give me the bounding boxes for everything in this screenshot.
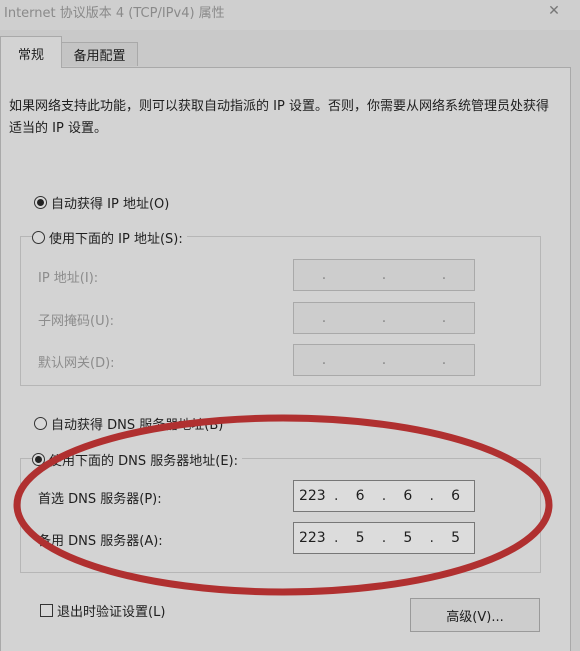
alternate-dns-dot: . (381, 530, 387, 546)
auto-ip-radio[interactable]: 自动获得 IP 地址(O) (34, 193, 169, 212)
tab-general[interactable]: 常规 (0, 36, 62, 68)
manual-dns-radio-indicator (32, 453, 45, 466)
alternate-dns-octet: 5 (403, 530, 413, 546)
close-button[interactable]: ✕ (540, 0, 568, 22)
manual-ip-label: 使用下面的 IP 地址(S): (49, 232, 183, 247)
validate-on-exit-box (40, 604, 53, 617)
subnet-mask-dot: . (321, 310, 327, 326)
default-gateway-dot: . (441, 352, 447, 368)
auto-ip-radio-indicator (34, 196, 47, 209)
intro-text: 如果网络支持此功能，则可以获取自动指派的 IP 设置。否则，你需要从网络系统管理… (9, 99, 549, 136)
validate-on-exit-checkbox[interactable]: 退出时验证设置(L) (40, 601, 165, 620)
ip-address-input[interactable]: ... (293, 259, 475, 291)
alternate-dns-octet: 5 (451, 530, 461, 546)
preferred-dns-dot: . (333, 488, 339, 504)
subnet-mask-dot: . (381, 310, 387, 326)
tab-alternate-config-label: 备用配置 (73, 49, 126, 64)
preferred-dns-dot: . (381, 488, 387, 504)
alternate-dns-octet: 5 (355, 530, 365, 546)
manual-dns-label: 使用下面的 DNS 服务器地址(E): (49, 454, 238, 469)
alternate-dns-label: 备用 DNS 服务器(A): (38, 534, 163, 549)
default-gateway-label: 默认网关(D): (38, 356, 115, 371)
alternate-dns-dot: . (333, 530, 339, 546)
ip-address-dot: . (321, 267, 327, 283)
auto-dns-radio-indicator (34, 417, 47, 430)
ip-address-label: IP 地址(I): (38, 271, 99, 286)
alternate-dns-input[interactable]: 223. 5. 5. 5 (293, 522, 475, 554)
close-icon: ✕ (548, 3, 560, 19)
manual-ip-radio-indicator (32, 231, 45, 244)
preferred-dns-label: 首选 DNS 服务器(P): (38, 492, 162, 507)
tab-alternate-config[interactable]: 备用配置 (62, 42, 138, 66)
subnet-mask-input[interactable]: ... (293, 302, 475, 334)
dns-groupbox (20, 458, 541, 573)
preferred-dns-octet: 6 (355, 488, 365, 504)
validate-on-exit-label: 退出时验证设置(L) (57, 605, 166, 620)
auto-dns-radio[interactable]: 自动获得 DNS 服务器地址(B) (34, 414, 223, 433)
default-gateway-dot: . (321, 352, 327, 368)
manual-dns-radio[interactable]: 使用下面的 DNS 服务器地址(E): (32, 450, 242, 469)
default-gateway-dot: . (381, 352, 387, 368)
preferred-dns-octet: 6 (451, 488, 461, 504)
ip-address-dot: . (441, 267, 447, 283)
subnet-mask-dot: . (441, 310, 447, 326)
preferred-dns-octet: 223 (298, 488, 326, 504)
subnet-mask-label: 子网掩码(U): (38, 314, 115, 329)
alternate-dns-octet: 223 (298, 530, 326, 546)
tab-general-label: 常规 (17, 48, 44, 63)
window-title: Internet 协议版本 4 (TCP/IPv4) 属性 (4, 6, 225, 21)
ip-address-dot: . (381, 267, 387, 283)
alternate-dns-dot: . (429, 530, 434, 546)
preferred-dns-octet: 6 (403, 488, 413, 504)
preferred-dns-dot: . (429, 488, 434, 504)
auto-ip-label: 自动获得 IP 地址(O) (51, 197, 170, 212)
auto-dns-label: 自动获得 DNS 服务器地址(B) (51, 418, 224, 433)
preferred-dns-input[interactable]: 223. 6. 6. 6 (293, 480, 475, 512)
manual-ip-radio[interactable]: 使用下面的 IP 地址(S): (32, 228, 187, 247)
advanced-button[interactable]: 高级(V)... (410, 598, 540, 632)
default-gateway-input[interactable]: ... (293, 344, 475, 376)
title-bar: Internet 协议版本 4 (TCP/IPv4) 属性 ✕ (0, 0, 580, 30)
